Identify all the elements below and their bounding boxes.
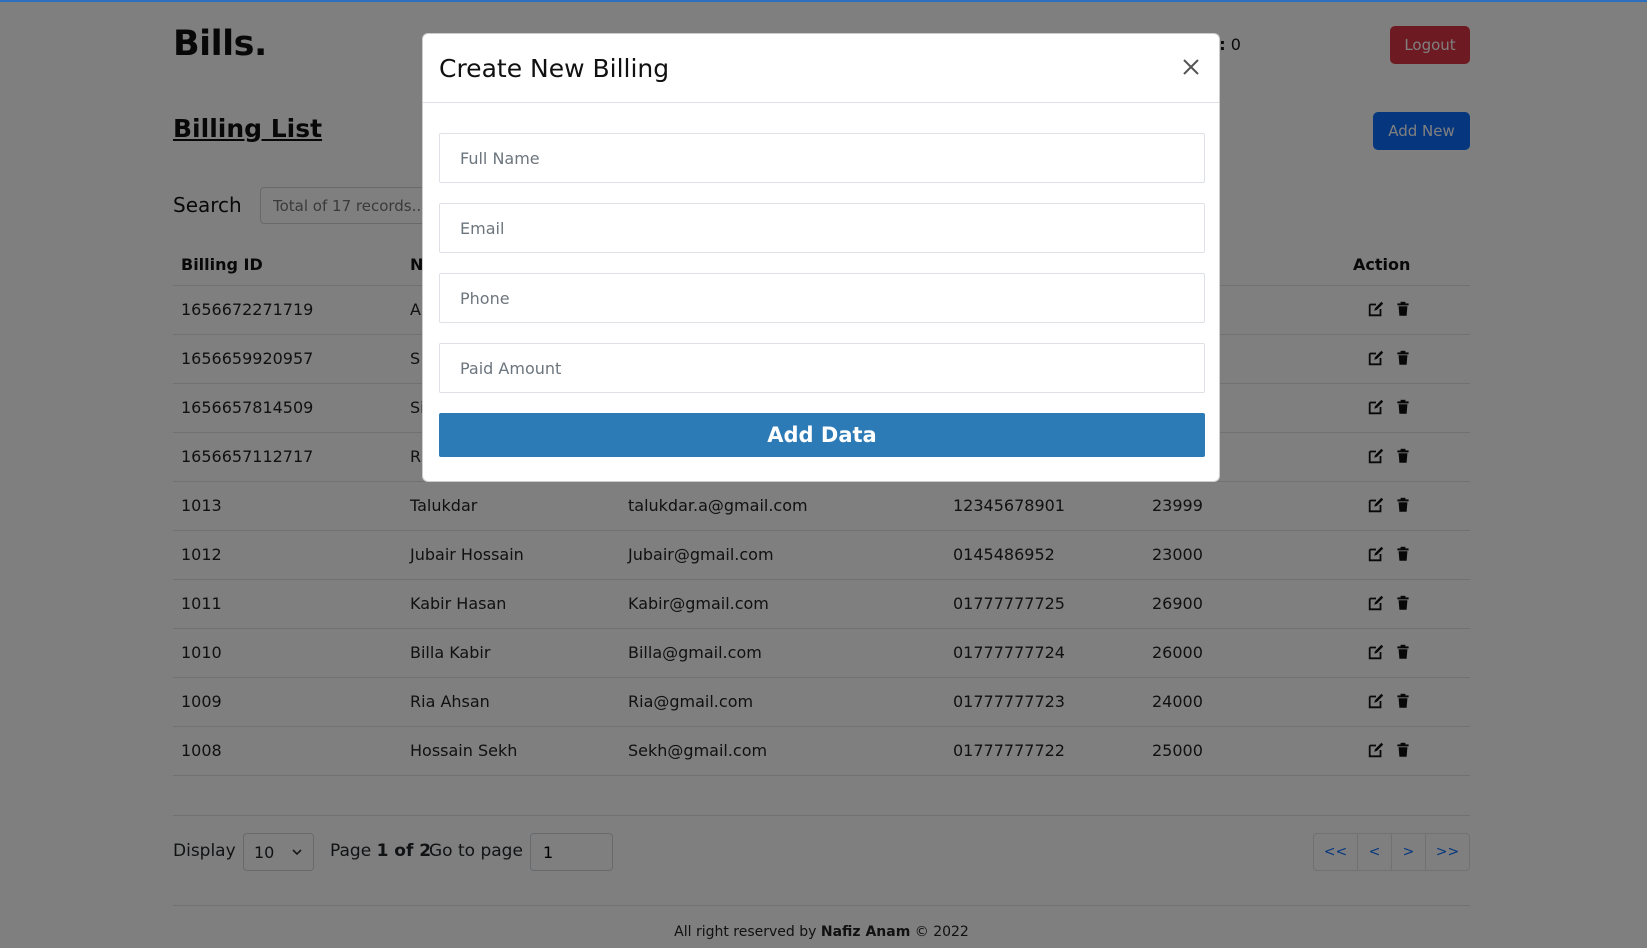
modal-title: Create New Billing (439, 53, 670, 83)
add-data-button[interactable]: Add Data (439, 413, 1205, 457)
close-button[interactable] (1179, 56, 1203, 80)
paid-amount-field[interactable] (439, 343, 1205, 393)
phone-field[interactable] (439, 273, 1205, 323)
modal-body: Add Data (423, 103, 1219, 457)
email-field[interactable] (439, 203, 1205, 253)
close-icon (1183, 58, 1199, 75)
create-billing-modal: Create New Billing Add Data (422, 33, 1220, 482)
full-name-field[interactable] (439, 133, 1205, 183)
modal-header: Create New Billing (423, 34, 1219, 103)
